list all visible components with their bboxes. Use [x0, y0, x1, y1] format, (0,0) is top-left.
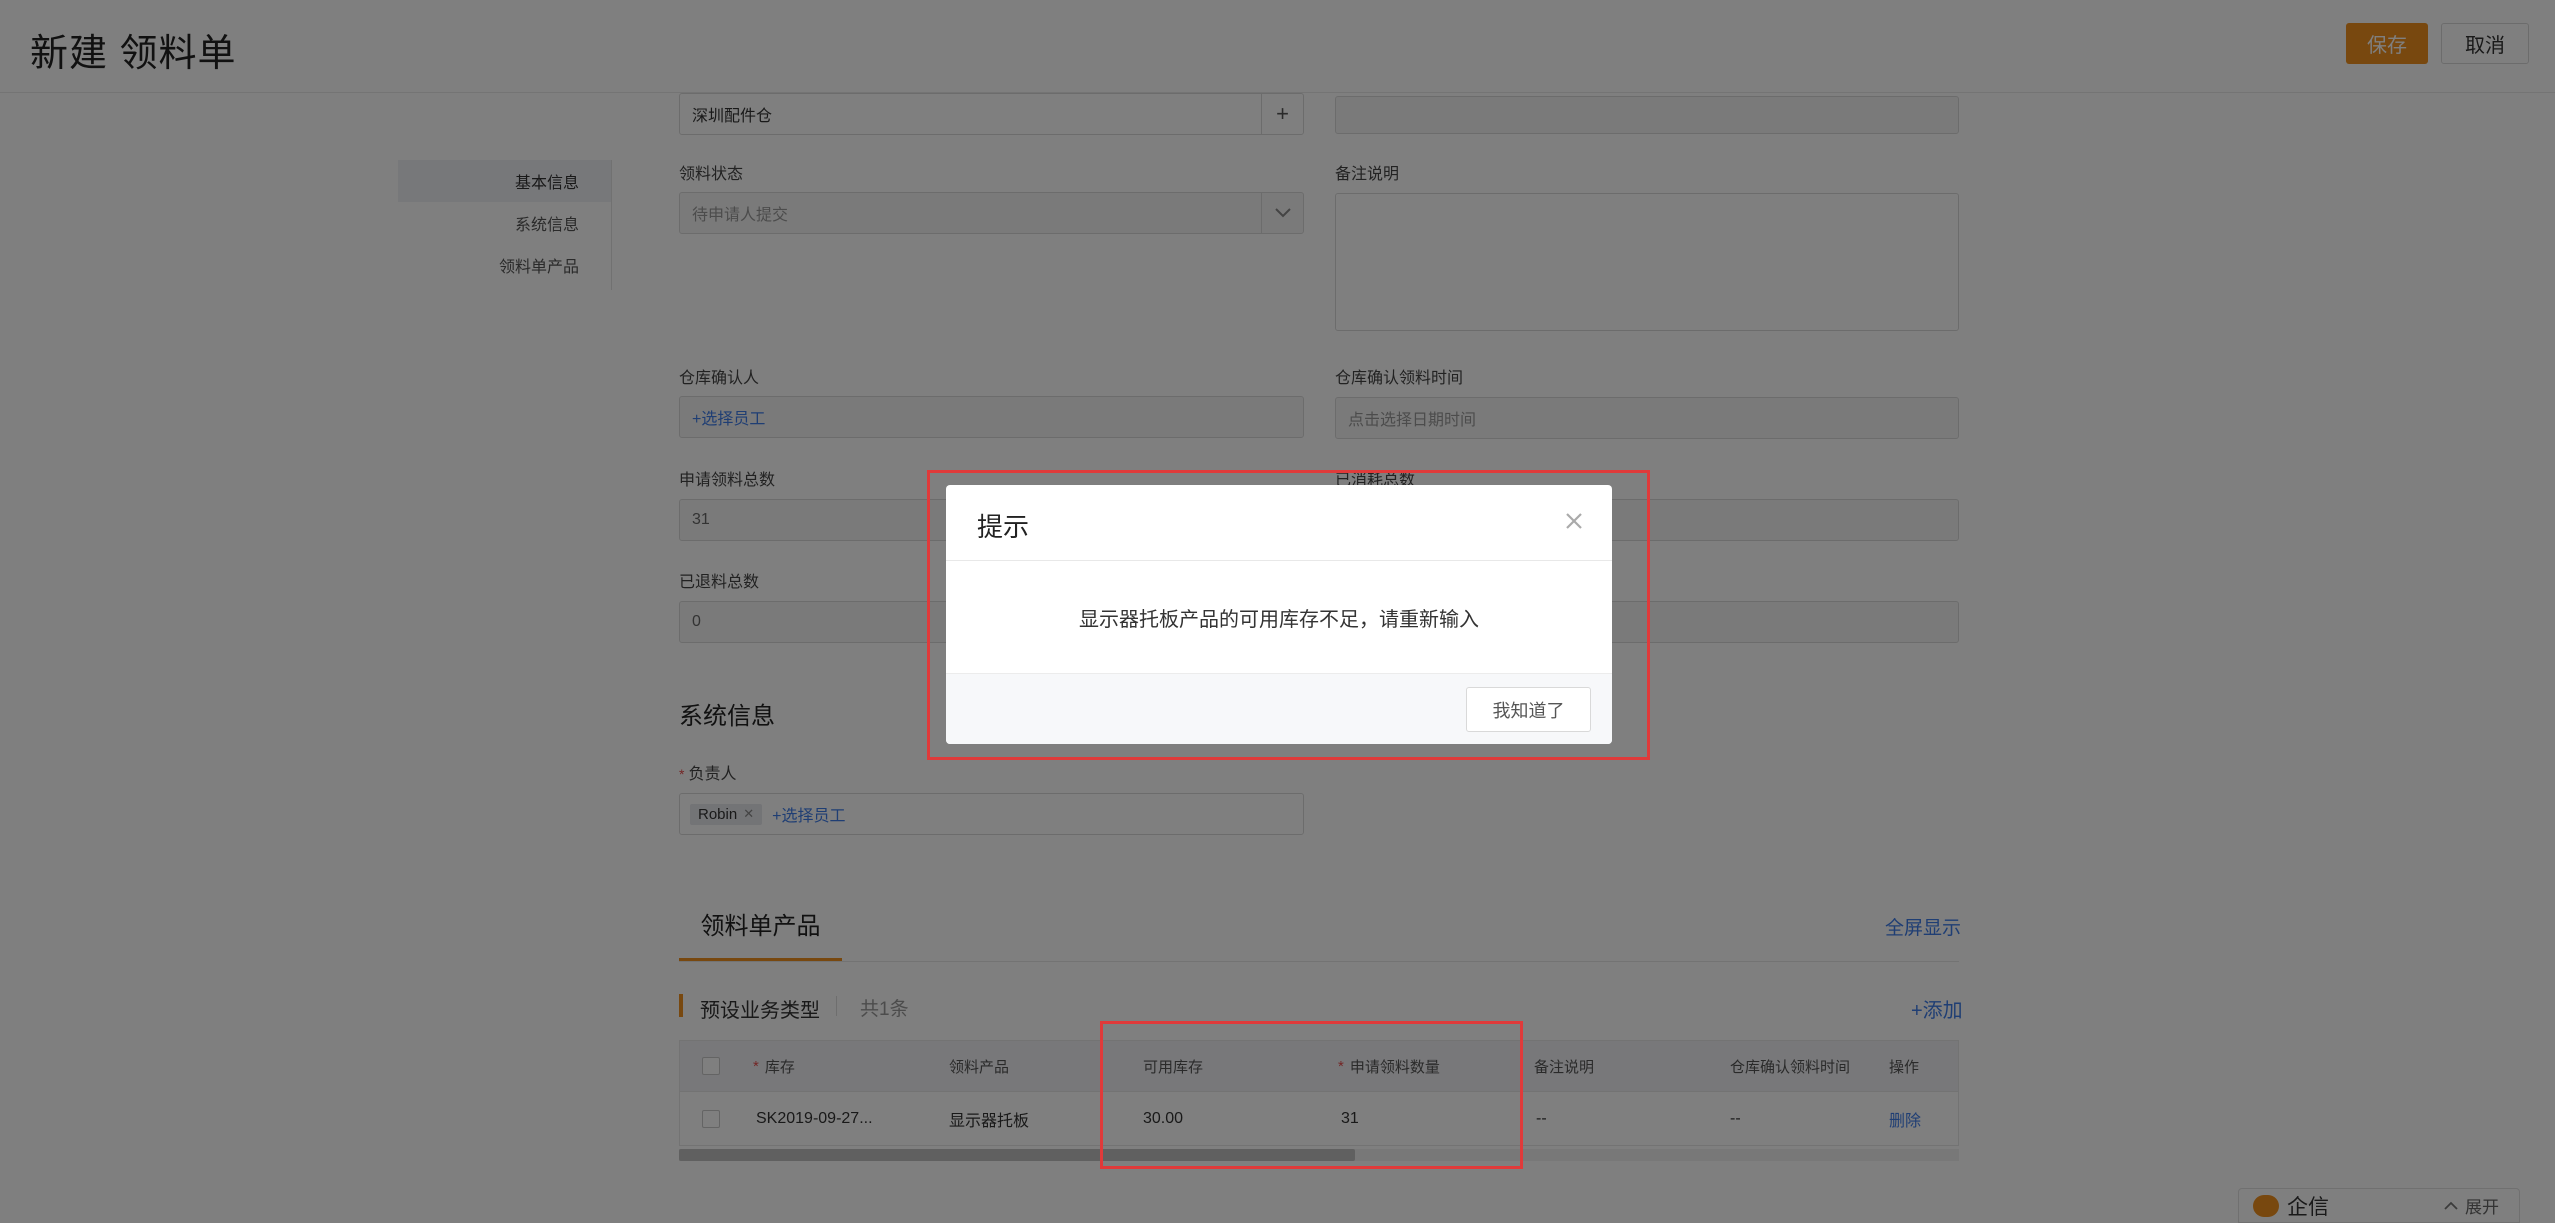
highlight-box-dialog — [927, 470, 1650, 760]
highlight-box-quantity — [1100, 1021, 1523, 1169]
